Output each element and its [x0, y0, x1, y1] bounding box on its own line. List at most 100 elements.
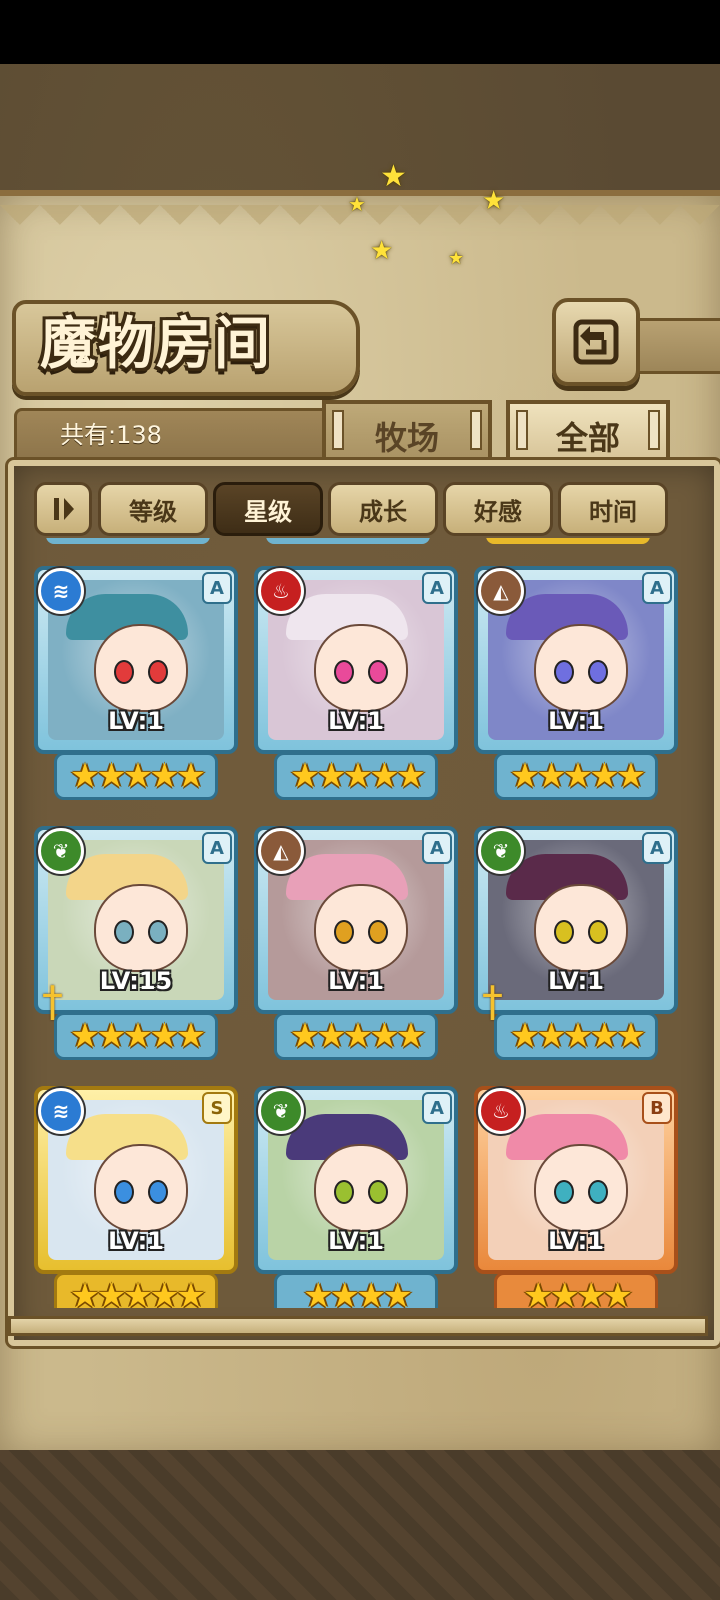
water-element-icon: ≋	[38, 1088, 84, 1134]
monster-card[interactable]: ◭ A LV:1 ★★★★★	[254, 826, 458, 1066]
sparkle-star-icon: ★	[380, 159, 407, 194]
monster-card[interactable]: ◭ A LV:1 ★★★★★	[474, 566, 678, 806]
monster-level: LV:1	[108, 1227, 164, 1255]
previous-row-edge	[266, 538, 430, 544]
monster-level: LV:1	[328, 967, 384, 995]
wood-element-icon: ❦	[38, 828, 84, 874]
tab-rivet	[516, 410, 528, 450]
monster-eye	[554, 920, 574, 944]
earth-element-icon: ◭	[258, 828, 304, 874]
star-icons: ★★★★★	[69, 1016, 206, 1056]
rank-badge: A	[642, 572, 672, 604]
star-icons: ★★★★★	[69, 756, 206, 796]
monster-level: LV:1	[548, 1227, 604, 1255]
rank-badge: A	[202, 832, 232, 864]
sort-time-label: 时间	[589, 497, 637, 526]
monster-face	[314, 1144, 408, 1232]
rank-badge: S	[202, 1092, 232, 1124]
monster-level: LV:15	[99, 967, 173, 995]
list-bottom-rail	[8, 1316, 708, 1336]
monster-face	[534, 1144, 628, 1232]
monster-eye	[334, 920, 354, 944]
monster-eye	[368, 1180, 388, 1204]
sort-time-button[interactable]: 时间	[558, 482, 668, 536]
page-title: 魔物房间	[40, 311, 272, 377]
star-rating: ★★★★★	[54, 1012, 218, 1060]
sort-affection-label: 好感	[474, 497, 522, 526]
wood-element-icon: ❦	[478, 828, 524, 874]
sparkle-star-icon: ★	[370, 236, 394, 266]
back-button[interactable]	[552, 298, 640, 386]
sparkle-star-icon: ★	[348, 192, 366, 216]
monster-face	[94, 624, 188, 712]
sort-order-button[interactable]	[34, 482, 92, 536]
monster-card[interactable]: ❦ A LV:1 † ★★★★★	[474, 826, 678, 1066]
monster-face	[534, 884, 628, 972]
monster-count: 共有:138	[60, 421, 162, 449]
bottom-background	[0, 1450, 720, 1600]
tab-ranch[interactable]: 牧场	[322, 400, 492, 468]
monster-face	[94, 1144, 188, 1232]
rank-badge: A	[422, 1092, 452, 1124]
sort-star-label: 星级	[244, 497, 292, 526]
sort-affection-button[interactable]: 好感	[443, 482, 553, 536]
monster-face	[314, 884, 408, 972]
monster-card[interactable]: ❦ A LV:1 ★★★★	[254, 1086, 458, 1308]
monster-card[interactable]: ❦ A LV:15 † ★★★★★	[34, 826, 238, 1066]
sort-growth-button[interactable]: 成长	[328, 482, 438, 536]
star-rating: ★★★★★	[54, 752, 218, 800]
tab-rivet	[332, 410, 344, 450]
monster-eye	[148, 920, 168, 944]
monster-eye	[588, 660, 608, 684]
monster-face	[94, 884, 188, 972]
monster-eye	[148, 660, 168, 684]
monster-card[interactable]: ≋ S LV:1 ★★★★★	[34, 1086, 238, 1308]
rank-badge: A	[202, 572, 232, 604]
sort-level-label: 等级	[129, 497, 177, 526]
monster-eye	[334, 660, 354, 684]
sparkle-star-icon: ★	[482, 186, 506, 216]
monster-eye	[554, 660, 574, 684]
water-element-icon: ≋	[38, 568, 84, 614]
monster-eye	[114, 660, 134, 684]
earth-element-icon: ◭	[478, 568, 524, 614]
monster-level: LV:1	[108, 707, 164, 735]
star-icons: ★★★★★	[509, 1016, 646, 1056]
monster-eye	[554, 1180, 574, 1204]
monster-level: LV:1	[328, 1227, 384, 1255]
monster-grid[interactable]: ≋ A LV:1 ★★★★★ ♨ A LV:1 ★★★★★ ◭ A LV:1 ★★★★★ ❦ A LV:15…	[26, 538, 690, 1308]
tab-rivet	[470, 410, 482, 450]
previous-row-edge	[486, 538, 650, 544]
sort-star-button[interactable]: 星级	[213, 482, 323, 536]
tab-all[interactable]: 全部	[506, 400, 670, 468]
tab-rivet	[648, 410, 660, 450]
tab-all-label: 全部	[555, 419, 620, 457]
star-icons: ★★★★★	[289, 1016, 426, 1056]
monster-card[interactable]: ≋ A LV:1 ★★★★★	[34, 566, 238, 806]
monster-eye	[588, 1180, 608, 1204]
monster-card[interactable]: ♨ A LV:1 ★★★★★	[254, 566, 458, 806]
sort-growth-label: 成长	[359, 497, 407, 526]
monster-level: LV:1	[548, 967, 604, 995]
monster-eye	[148, 1180, 168, 1204]
rank-badge: A	[642, 832, 672, 864]
monster-eye	[368, 920, 388, 944]
monster-eye	[334, 1180, 354, 1204]
star-icons: ★★★★★	[69, 1276, 206, 1308]
monster-face	[534, 624, 628, 712]
monster-level: LV:1	[548, 707, 604, 735]
back-arrow-icon	[573, 319, 619, 365]
sort-level-button[interactable]: 等级	[98, 482, 208, 536]
rank-badge: B	[642, 1092, 672, 1124]
tab-ranch-label: 牧场	[374, 419, 439, 457]
monster-eye	[114, 1180, 134, 1204]
monster-level: LV:1	[328, 707, 384, 735]
status-bar	[0, 0, 720, 64]
rank-badge: A	[422, 832, 452, 864]
monster-card[interactable]: ♨ B LV:1 ★★★★	[474, 1086, 678, 1308]
fire-element-icon: ♨	[258, 568, 304, 614]
fire-element-icon: ♨	[478, 1088, 524, 1134]
monster-eye	[114, 920, 134, 944]
star-icons: ★★★★	[303, 1276, 413, 1308]
star-rating: ★★★★★	[274, 752, 438, 800]
